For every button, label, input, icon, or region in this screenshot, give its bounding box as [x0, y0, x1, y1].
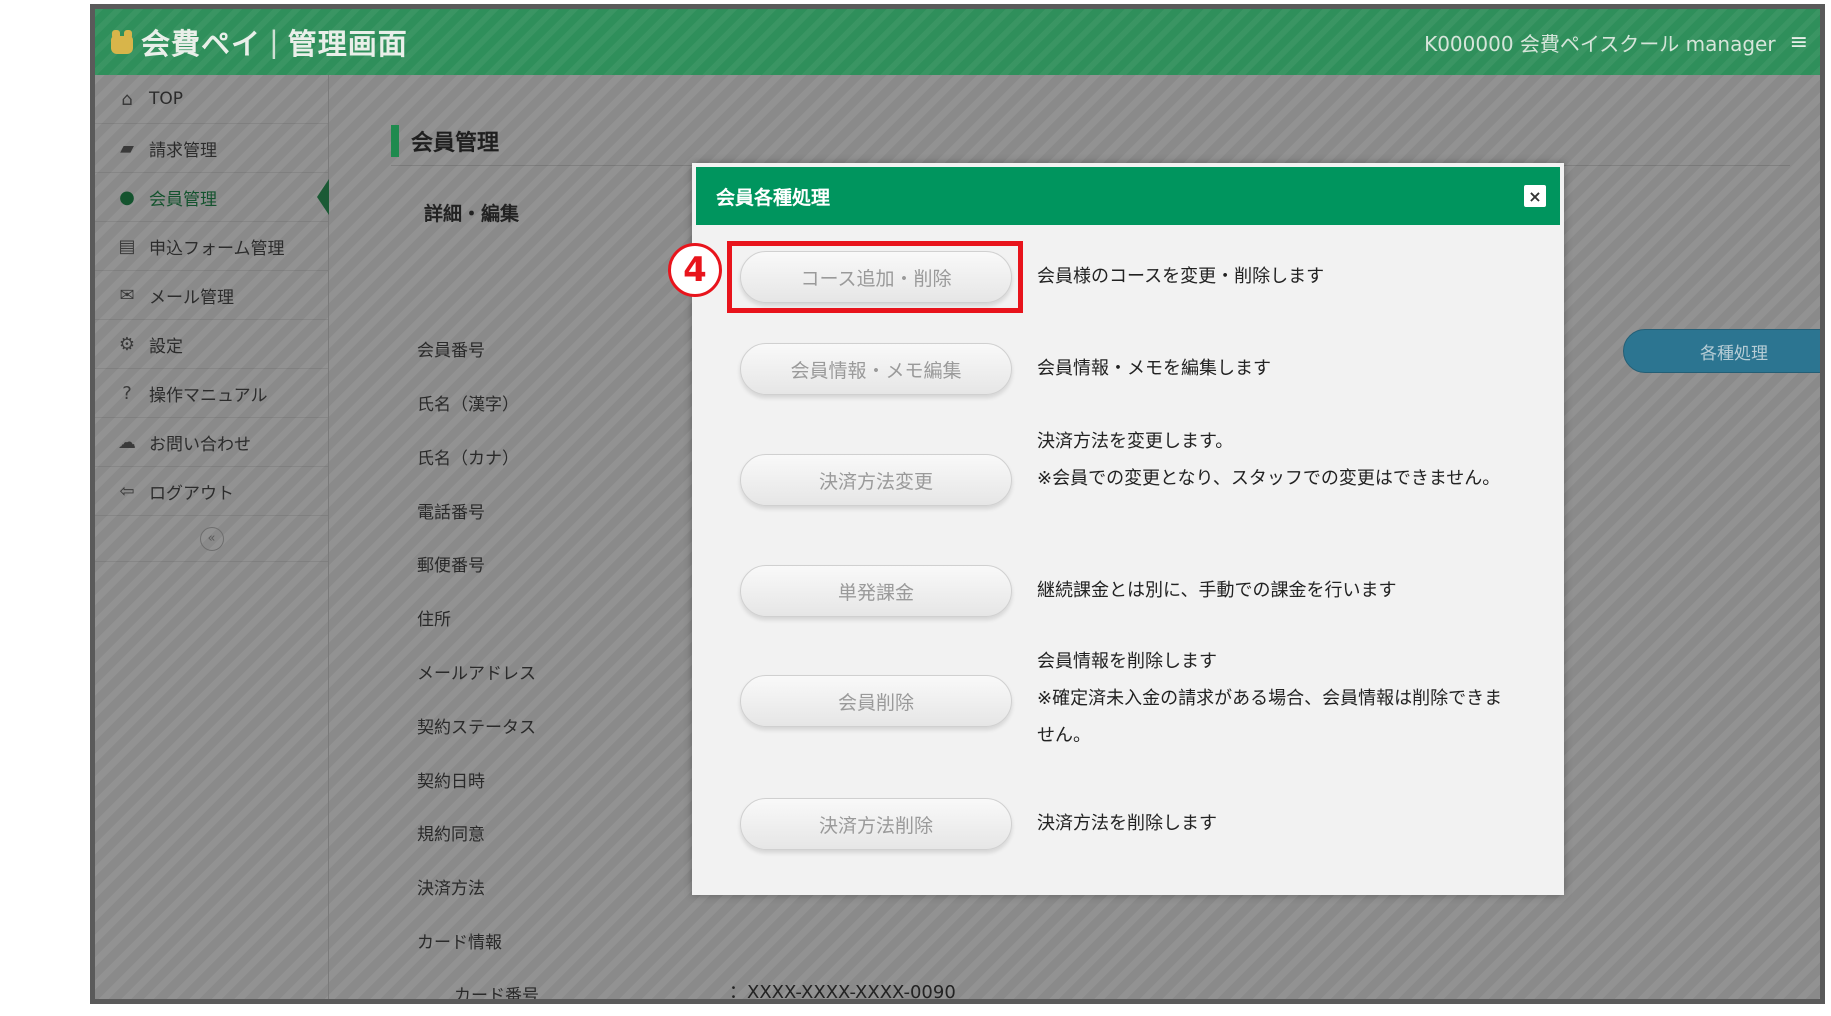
delete-member-description: 会員情報を削除します ※確定済未入金の請求がある場合、会員情報は削除できません。: [1037, 651, 1503, 746]
wallet-logo-icon: [109, 28, 135, 56]
field-label-contract-status: 契約ステータス: [417, 718, 536, 738]
sidebar-item-top[interactable]: ⌂ TOP: [95, 75, 328, 124]
sidebar-item-manual[interactable]: ? 操作マニュアル: [95, 369, 328, 418]
field-label-card-number: カード番号: [454, 986, 539, 1004]
field-label-email: メールアドレス: [417, 664, 536, 684]
page-title-text: 会員管理: [411, 131, 500, 156]
field-label-phone: 電話番号: [417, 503, 485, 523]
sidebar-item-members[interactable]: ● 会員管理: [95, 173, 329, 222]
delete-payment-method-description: 決済方法を削除します: [1037, 813, 1217, 834]
change-payment-method-button[interactable]: 決済方法変更: [740, 454, 1012, 506]
course-add-remove-description: 会員様のコースを変更・削除します: [1037, 266, 1325, 287]
envelope-icon: ✉: [119, 284, 135, 306]
book-icon: ▰: [120, 137, 134, 159]
member-actions-modal: 会員各種処理 × コース追加・削除 会員様のコースを変更・削除します 会員情報・…: [668, 163, 1564, 895]
sidebar-item-forms[interactable]: ▤ 申込フォーム管理: [95, 222, 328, 271]
step-number-badge: 4: [668, 243, 722, 297]
sidebar-item-logout[interactable]: ⇦ ログアウト: [95, 467, 328, 516]
sidebar-item-label: 会員管理: [149, 189, 217, 210]
edit-member-info-button[interactable]: 会員情報・メモ編集: [740, 343, 1012, 395]
field-label-name-kanji: 氏名（漢字）: [417, 395, 519, 415]
sidebar-item-label: TOP: [149, 89, 184, 109]
delete-member-button[interactable]: 会員削除: [740, 675, 1012, 727]
sidebar-item-label: 設定: [149, 336, 183, 357]
sidebar-item-label: メール管理: [149, 287, 234, 308]
field-label-postal-code: 郵便番号: [417, 556, 485, 576]
collapse-sidebar-icon[interactable]: «: [199, 526, 224, 551]
step-highlight-box: [727, 241, 1023, 313]
change-payment-method-description: 決済方法を変更します。 ※会員での変更となり、スタッフでの変更はできません。: [1037, 431, 1501, 489]
delete-payment-method-button[interactable]: 決済方法削除: [740, 798, 1012, 850]
section-subhead: 詳細・編集: [424, 203, 520, 225]
sidebar: ⌂ TOP ▰ 請求管理 ● 会員管理 ▤ 申込フォーム管理 ✉ メール管理 ⚙…: [95, 75, 329, 999]
edit-member-info-description: 会員情報・メモを編集します: [1037, 358, 1271, 379]
actions-button[interactable]: 各種処理: [1623, 329, 1820, 373]
one-time-charge-description: 継続課金とは別に、手動での課金を行います: [1037, 580, 1397, 601]
sidebar-item-label: 申込フォーム管理: [149, 238, 285, 259]
sidebar-item-billing[interactable]: ▰ 請求管理: [95, 124, 328, 173]
sidebar-item-label: ログアウト: [149, 483, 234, 504]
home-icon: ⌂: [121, 88, 133, 110]
brand-separator: |: [269, 25, 280, 59]
question-icon: ?: [122, 382, 132, 404]
sidebar-item-settings[interactable]: ⚙ 設定: [95, 320, 328, 369]
sidebar-item-mail[interactable]: ✉ メール管理: [95, 271, 328, 320]
sidebar-item-label: 請求管理: [149, 140, 217, 161]
title-accent-bar: [391, 125, 399, 157]
field-label-member-number: 会員番号: [417, 341, 485, 361]
logout-icon: ⇦: [119, 480, 135, 502]
sidebar-collapse-row: «: [95, 516, 328, 562]
gears-icon: ⚙: [118, 333, 136, 355]
field-label-card-info: カード情報: [417, 933, 502, 953]
brand[interactable]: 会費ペイ | 管理画面: [95, 21, 408, 63]
hamburger-menu-icon[interactable]: ≡: [1790, 30, 1808, 55]
one-time-charge-button[interactable]: 単発課金: [740, 565, 1012, 617]
field-label-terms-agreement: 規約同意: [417, 825, 485, 845]
app-window: 会費ペイ | 管理画面 K000000 会費ペイスクール manager ≡ ⌂…: [90, 4, 1825, 1004]
page-title: 会員管理: [391, 125, 499, 157]
field-label-payment-method: 決済方法: [417, 879, 485, 899]
field-label-address: 住所: [417, 610, 451, 630]
field-label-name-kana: 氏名（カナ）: [417, 449, 519, 469]
top-bar: 会費ペイ | 管理画面 K000000 会費ペイスクール manager ≡: [95, 9, 1820, 75]
modal-title: 会員各種処理: [716, 186, 831, 209]
field-label-contract-date: 契約日時: [417, 772, 485, 792]
card-number-value: ：XXXX-XXXX-XXXX-0090: [729, 982, 956, 1003]
sidebar-item-label: お問い合わせ: [149, 434, 251, 455]
close-icon[interactable]: ×: [1524, 185, 1546, 207]
sidebar-item-contact[interactable]: ☁ お問い合わせ: [95, 418, 328, 467]
brand-subtitle: 管理画面: [287, 27, 408, 61]
sidebar-item-label: 操作マニュアル: [149, 385, 268, 406]
account-name[interactable]: K000000 会費ペイスクール manager: [1424, 28, 1775, 57]
form-icon: ▤: [118, 235, 136, 257]
user-icon: ●: [119, 186, 135, 208]
modal-header: 会員各種処理 ×: [696, 167, 1560, 225]
chat-icon: ☁: [118, 431, 136, 453]
brand-name: 会費ペイ: [141, 27, 262, 61]
